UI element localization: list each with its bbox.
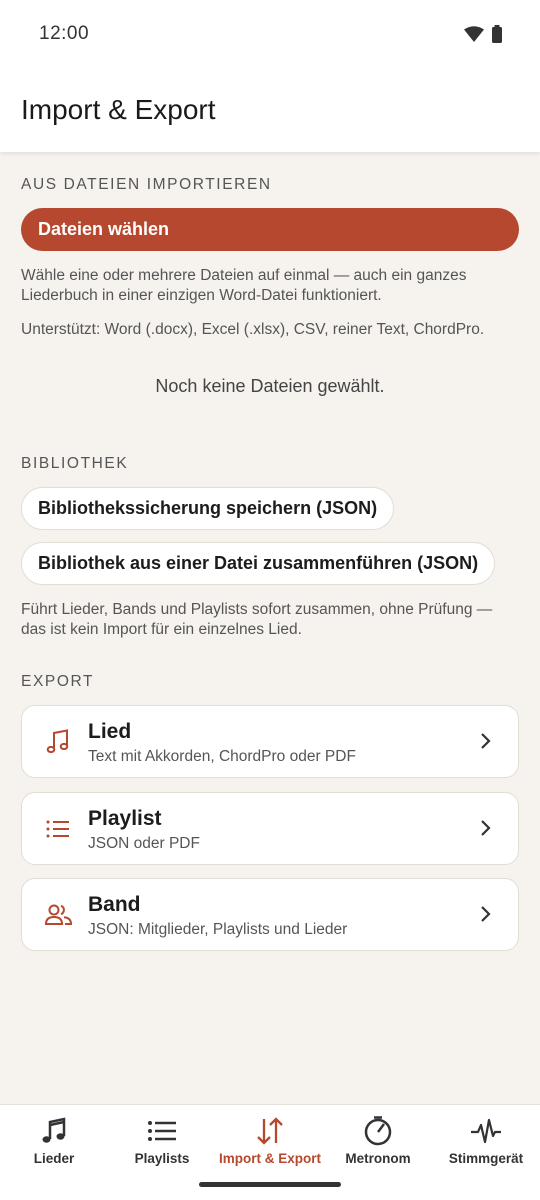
choose-files-button[interactable]: Dateien wählen [21, 208, 519, 251]
export-song-card[interactable]: Lied Text mit Akkorden, ChordPro oder PD… [21, 705, 519, 778]
music-note-icon [46, 729, 69, 754]
save-backup-button[interactable]: Bibliothekssicherung speichern (JSON) [21, 487, 395, 530]
export-section-heading: EXPORT [21, 673, 95, 690]
nav-label-stimmgeraet: Stimmgerät [448, 1151, 524, 1166]
chevron-right-icon [481, 906, 491, 922]
chevron-right-icon [481, 733, 491, 749]
nav-item-playlists[interactable]: Playlists [108, 1105, 216, 1185]
nav-item-import-export[interactable]: Import & Export [216, 1105, 324, 1185]
import-export-icon [257, 1117, 283, 1145]
battery-icon [492, 25, 502, 43]
metronome-icon [364, 1116, 392, 1146]
nav-label-metronom: Metronom [345, 1151, 411, 1166]
import-description: Wähle eine oder mehrere Dateien auf einm… [21, 267, 467, 304]
merge-library-button[interactable]: Bibliothek aus einer Datei zusammenführe… [21, 542, 496, 585]
wifi-icon [464, 26, 484, 42]
export-playlist-card[interactable]: Playlist JSON oder PDF [21, 792, 519, 865]
status-bar: 12:00 [0, 0, 540, 68]
export-band-card[interactable]: Band JSON: Mitglieder, Playlists und Lie… [21, 878, 519, 951]
nav-label-lieder: Lieder [33, 1151, 75, 1166]
page-title: Import & Export [21, 94, 216, 125]
export-playlist-subtitle: JSON oder PDF [88, 835, 200, 852]
nav-label-import-export: Import & Export [218, 1151, 321, 1166]
supported-formats: Unterstützt: Word (.docx), Excel (.xlsx)… [21, 321, 485, 338]
nav-item-stimmgeraet[interactable]: Stimmgerät [432, 1105, 540, 1185]
app-bar: Import & Export [0, 68, 540, 152]
people-icon [44, 904, 73, 925]
music-note-icon [42, 1117, 66, 1143]
export-song-title: Lied [88, 720, 132, 743]
library-section-heading: BIBLIOTHEK [21, 455, 129, 472]
list-icon [46, 820, 69, 838]
empty-state-text: Noch keine Dateien gewählt. [155, 376, 385, 396]
nav-item-metronom[interactable]: Metronom [324, 1105, 432, 1185]
export-playlist-title: Playlist [88, 807, 162, 830]
nav-item-lieder[interactable]: Lieder [0, 1105, 108, 1185]
export-band-subtitle: JSON: Mitglieder, Playlists und Lieder [88, 921, 348, 938]
list-icon [148, 1121, 176, 1141]
export-song-subtitle: Text mit Akkorden, ChordPro oder PDF [88, 748, 356, 765]
nav-label-playlists: Playlists [134, 1151, 190, 1166]
status-time: 12:00 [39, 23, 90, 44]
import-section-heading: AUS DATEIEN IMPORTIEREN [21, 176, 272, 193]
chevron-right-icon [481, 820, 491, 836]
tuner-icon [471, 1118, 501, 1144]
export-band-title: Band [88, 893, 141, 916]
library-note: Führt Lieder, Bands und Playlists sofort… [21, 601, 493, 638]
home-indicator[interactable] [199, 1182, 341, 1187]
